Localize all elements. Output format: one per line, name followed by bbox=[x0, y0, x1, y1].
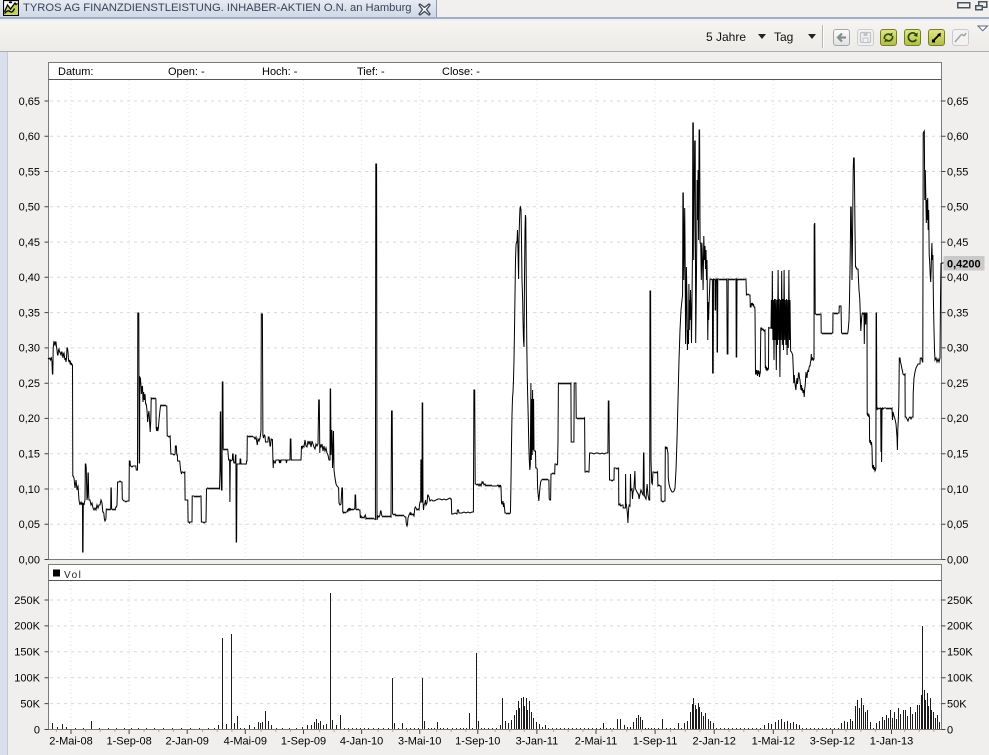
svg-text:2-Mai-08: 2-Mai-08 bbox=[49, 736, 92, 748]
svg-text:100K: 100K bbox=[947, 673, 973, 685]
svg-text:1-Mai-12: 1-Mai-12 bbox=[752, 736, 795, 748]
svg-text:1-Sep-08: 1-Sep-08 bbox=[106, 736, 151, 748]
svg-text:0: 0 bbox=[947, 724, 953, 736]
svg-text:0,4200: 0,4200 bbox=[947, 259, 981, 271]
svg-text:0,25: 0,25 bbox=[19, 378, 40, 390]
svg-text:0,05: 0,05 bbox=[19, 519, 40, 531]
svg-text:0,40: 0,40 bbox=[947, 272, 968, 284]
svg-text:0,60: 0,60 bbox=[947, 131, 968, 143]
svg-text:0,65: 0,65 bbox=[947, 96, 968, 108]
svg-text:0,20: 0,20 bbox=[947, 413, 968, 425]
svg-text:3-Jan-11: 3-Jan-11 bbox=[516, 736, 559, 748]
svg-text:0,45: 0,45 bbox=[947, 237, 968, 249]
svg-text:2-Jan-12: 2-Jan-12 bbox=[692, 736, 735, 748]
svg-text:4-Jan-10: 4-Jan-10 bbox=[340, 736, 383, 748]
svg-text:200K: 200K bbox=[947, 621, 973, 633]
svg-text:250K: 250K bbox=[947, 595, 973, 607]
svg-text:4-Mai-09: 4-Mai-09 bbox=[224, 736, 267, 748]
svg-text:0,00: 0,00 bbox=[19, 554, 40, 566]
svg-text:50K: 50K bbox=[947, 698, 967, 710]
svg-text:200K: 200K bbox=[14, 621, 40, 633]
svg-text:100K: 100K bbox=[14, 673, 40, 685]
svg-text:0,35: 0,35 bbox=[19, 307, 40, 319]
svg-text:0,40: 0,40 bbox=[19, 272, 40, 284]
svg-text:0,35: 0,35 bbox=[947, 307, 968, 319]
svg-text:0,30: 0,30 bbox=[947, 343, 968, 355]
svg-text:Tief: -: Tief: - bbox=[357, 66, 385, 78]
svg-text:3-Sep-12: 3-Sep-12 bbox=[810, 736, 855, 748]
svg-text:0,15: 0,15 bbox=[947, 449, 968, 461]
svg-text:150K: 150K bbox=[14, 647, 40, 659]
svg-text:150K: 150K bbox=[947, 647, 973, 659]
svg-text:250K: 250K bbox=[14, 595, 40, 607]
svg-text:1-Jan-13: 1-Jan-13 bbox=[870, 736, 913, 748]
svg-text:0,00: 0,00 bbox=[947, 554, 968, 566]
svg-text:Hoch: -: Hoch: - bbox=[262, 66, 298, 78]
svg-text:Open: -: Open: - bbox=[168, 66, 205, 78]
svg-text:0,50: 0,50 bbox=[19, 202, 40, 214]
svg-text:Close: -: Close: - bbox=[442, 66, 480, 78]
svg-text:2-Mai-11: 2-Mai-11 bbox=[575, 736, 618, 748]
svg-text:0,25: 0,25 bbox=[947, 378, 968, 390]
svg-text:0,30: 0,30 bbox=[19, 343, 40, 355]
svg-text:0,10: 0,10 bbox=[19, 484, 40, 496]
svg-text:0,05: 0,05 bbox=[947, 519, 968, 531]
svg-text:Datum:: Datum: bbox=[58, 66, 93, 78]
svg-text:0,15: 0,15 bbox=[19, 449, 40, 461]
svg-text:1-Sep-09: 1-Sep-09 bbox=[281, 736, 326, 748]
svg-text:0,45: 0,45 bbox=[19, 237, 40, 249]
svg-text:Vol: Vol bbox=[64, 570, 82, 581]
svg-text:50K: 50K bbox=[20, 698, 40, 710]
svg-text:2-Jan-09: 2-Jan-09 bbox=[165, 736, 208, 748]
svg-text:0,55: 0,55 bbox=[947, 166, 968, 178]
svg-text:3-Mai-10: 3-Mai-10 bbox=[398, 736, 441, 748]
svg-text:0,65: 0,65 bbox=[19, 96, 40, 108]
svg-text:0,10: 0,10 bbox=[947, 484, 968, 496]
svg-text:1-Sep-11: 1-Sep-11 bbox=[633, 736, 677, 748]
svg-text:0,60: 0,60 bbox=[19, 131, 40, 143]
svg-text:0: 0 bbox=[34, 724, 40, 736]
svg-text:0,50: 0,50 bbox=[947, 202, 968, 214]
svg-text:0,55: 0,55 bbox=[19, 166, 40, 178]
svg-text:1-Sep-10: 1-Sep-10 bbox=[455, 736, 500, 748]
svg-text:0,20: 0,20 bbox=[19, 413, 40, 425]
